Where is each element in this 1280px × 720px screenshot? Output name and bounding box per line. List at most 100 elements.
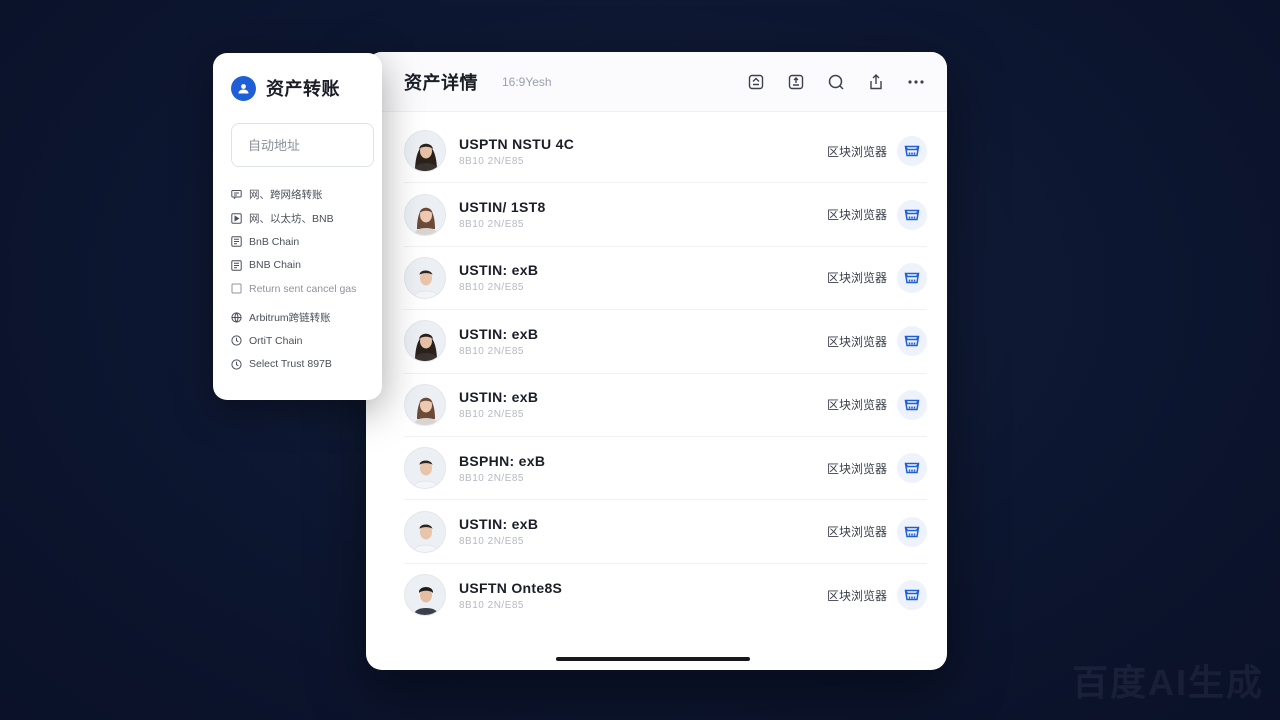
row-actions: 区块浏览器 <box>827 453 927 484</box>
transfer-side-panel: 资产转账 网、跨网络转账网、以太坊、BNB BnB Chain BNB Chain R… <box>213 53 382 400</box>
play-square-icon <box>231 213 242 224</box>
clock-icon <box>231 335 242 346</box>
avatar <box>404 320 446 363</box>
asset-name: USTIN: exB <box>459 325 539 342</box>
row-text: USTIN: exB 8B10 2N/E85 <box>459 389 538 420</box>
side-item[interactable]: BNB Chain <box>231 254 366 278</box>
app-logo-icon <box>231 75 256 101</box>
side-item-label: 网、跨网络转账 <box>249 189 323 202</box>
side-title: 资产转账 <box>266 79 340 99</box>
detail-header: 资产详情 16:9Yesh <box>366 52 947 112</box>
asset-subtext: 8B10 2N/E85 <box>459 345 524 357</box>
search-icon[interactable] <box>827 73 845 91</box>
chain-box-icon <box>231 260 242 271</box>
row-actions: 区块浏览器 <box>827 262 927 293</box>
side-item-label: Arbitrum跨链转账 <box>249 311 331 324</box>
row-text: USTIN: exB 8B10 2N/E85 <box>459 516 538 547</box>
row-text: USTIN: exB 8B10 2N/E85 <box>459 262 538 293</box>
avatar <box>404 574 446 617</box>
asset-list: USPTN NSTU 4C 8B10 2N/E85 区块浏览器 USTIN/ 1ST8… <box>366 112 947 627</box>
desktop-stage: 资产详情 16:9Yesh USPTN NSTU 4C 8B10 2N/E85 … <box>0 0 1280 720</box>
explorer-icon[interactable] <box>897 453 927 484</box>
side-item[interactable]: Arbitrum跨链转账 <box>231 306 366 330</box>
clock-icon <box>231 359 242 370</box>
asset-subtext: 8B10 2N/E85 <box>459 282 524 294</box>
side-item[interactable]: Return sent cancel gas <box>231 277 366 301</box>
explorer-icon[interactable] <box>897 262 927 293</box>
list-item[interactable]: USTIN/ 1ST8 8B10 2N/E85 区块浏览器 <box>404 183 927 247</box>
side-item[interactable]: 网、以太坊、BNB <box>231 207 366 231</box>
share-box-icon[interactable] <box>787 73 805 91</box>
list-item[interactable]: USTIN: exB 8B10 2N/E85 区块浏览器 <box>404 247 927 311</box>
globe-icon <box>231 312 242 323</box>
explorer-link[interactable]: 区块浏览器 <box>827 143 887 160</box>
row-actions: 区块浏览器 <box>827 516 927 547</box>
asset-subtext: 8B10 2N/E85 <box>459 219 524 231</box>
avatar <box>404 193 446 236</box>
explorer-link[interactable]: 区块浏览器 <box>827 396 887 413</box>
export-icon[interactable] <box>867 73 885 91</box>
explorer-link[interactable]: 区块浏览器 <box>827 523 887 540</box>
asset-name: USFTN Onte8S <box>459 579 563 596</box>
more-icon[interactable] <box>907 73 925 91</box>
list-item[interactable]: USTIN: exB 8B10 2N/E85 区块浏览器 <box>404 500 927 564</box>
side-item-label: BNB Chain <box>249 259 301 272</box>
explorer-icon[interactable] <box>897 580 927 611</box>
page-title: 资产详情 <box>404 72 478 93</box>
asset-subtext: 8B10 2N/E85 <box>459 155 524 167</box>
copy-icon[interactable] <box>747 73 765 91</box>
explorer-icon[interactable] <box>897 326 927 357</box>
side-item[interactable]: BnB Chain <box>231 230 366 254</box>
row-text: USTIN/ 1ST8 8B10 2N/E85 <box>459 199 546 230</box>
row-text: USTIN: exB 8B10 2N/E85 <box>459 326 538 357</box>
explorer-icon[interactable] <box>897 136 927 167</box>
explorer-link[interactable]: 区块浏览器 <box>827 206 887 223</box>
side-item[interactable]: OrtiT Chain <box>231 329 366 353</box>
asset-name: BSPHN: exB <box>459 452 546 469</box>
list-item[interactable]: USPTN NSTU 4C 8B10 2N/E85 区块浏览器 <box>404 120 927 184</box>
avatar <box>404 383 446 426</box>
address-input[interactable] <box>231 123 374 167</box>
asset-name: USTIN/ 1ST8 <box>459 199 546 216</box>
explorer-link[interactable]: 区块浏览器 <box>827 587 887 604</box>
row-actions: 区块浏览器 <box>827 389 927 420</box>
asset-subtext: 8B10 2N/E85 <box>459 536 524 548</box>
message-icon <box>231 189 242 200</box>
side-item[interactable]: Select Trust 897B <box>231 353 366 377</box>
explorer-link[interactable]: 区块浏览器 <box>827 460 887 477</box>
list-item[interactable]: BSPHN: exB 8B10 2N/E85 区块浏览器 <box>404 437 927 501</box>
header-actions <box>747 73 925 91</box>
side-item[interactable]: 网、跨网络转账 <box>231 183 366 207</box>
explorer-icon[interactable] <box>897 516 927 547</box>
explorer-icon[interactable] <box>897 199 927 230</box>
side-item-label: OrtiT Chain <box>249 334 303 347</box>
avatar <box>404 510 446 553</box>
asset-name: USTIN: exB <box>459 262 539 279</box>
asset-subtext: 8B10 2N/E85 <box>459 409 524 421</box>
chain-box-icon <box>231 236 242 247</box>
side-item-label: Return sent cancel gas <box>249 282 357 295</box>
row-text: USFTN Onte8S 8B10 2N/E85 <box>459 580 562 611</box>
side-item-label: Select Trust 897B <box>249 358 332 371</box>
explorer-icon[interactable] <box>897 389 927 420</box>
asset-subtext: 8B10 2N/E85 <box>459 472 524 484</box>
asset-name: USPTN NSTU 4C <box>459 135 575 152</box>
side-item-label: 网、以太坊、BNB <box>249 212 334 225</box>
list-item[interactable]: USFTN Onte8S 8B10 2N/E85 区块浏览器 <box>404 564 927 627</box>
page-subtitle: 16:9Yesh <box>502 74 552 89</box>
explorer-link[interactable]: 区块浏览器 <box>827 269 887 286</box>
row-actions: 区块浏览器 <box>827 136 927 167</box>
explorer-link[interactable]: 区块浏览器 <box>827 333 887 350</box>
asset-detail-panel: 资产详情 16:9Yesh USPTN NSTU 4C 8B10 2N/E85 … <box>366 52 947 670</box>
asset-name: USTIN: exB <box>459 389 539 406</box>
list-item[interactable]: USTIN: exB 8B10 2N/E85 区块浏览器 <box>404 374 927 437</box>
avatar <box>404 256 446 299</box>
row-actions: 区块浏览器 <box>827 580 927 611</box>
avatar <box>404 130 446 173</box>
row-text: BSPHN: exB 8B10 2N/E85 <box>459 453 545 484</box>
asset-name: USTIN: exB <box>459 516 539 533</box>
network-list: 网、跨网络转账 网、以太坊、BNB BnB Chain BNB Chain Return… <box>231 183 366 376</box>
side-header: 资产转账 <box>231 75 366 101</box>
list-item[interactable]: USTIN: exB 8B10 2N/E85 区块浏览器 <box>404 310 927 374</box>
row-actions: 区块浏览器 <box>827 199 927 230</box>
